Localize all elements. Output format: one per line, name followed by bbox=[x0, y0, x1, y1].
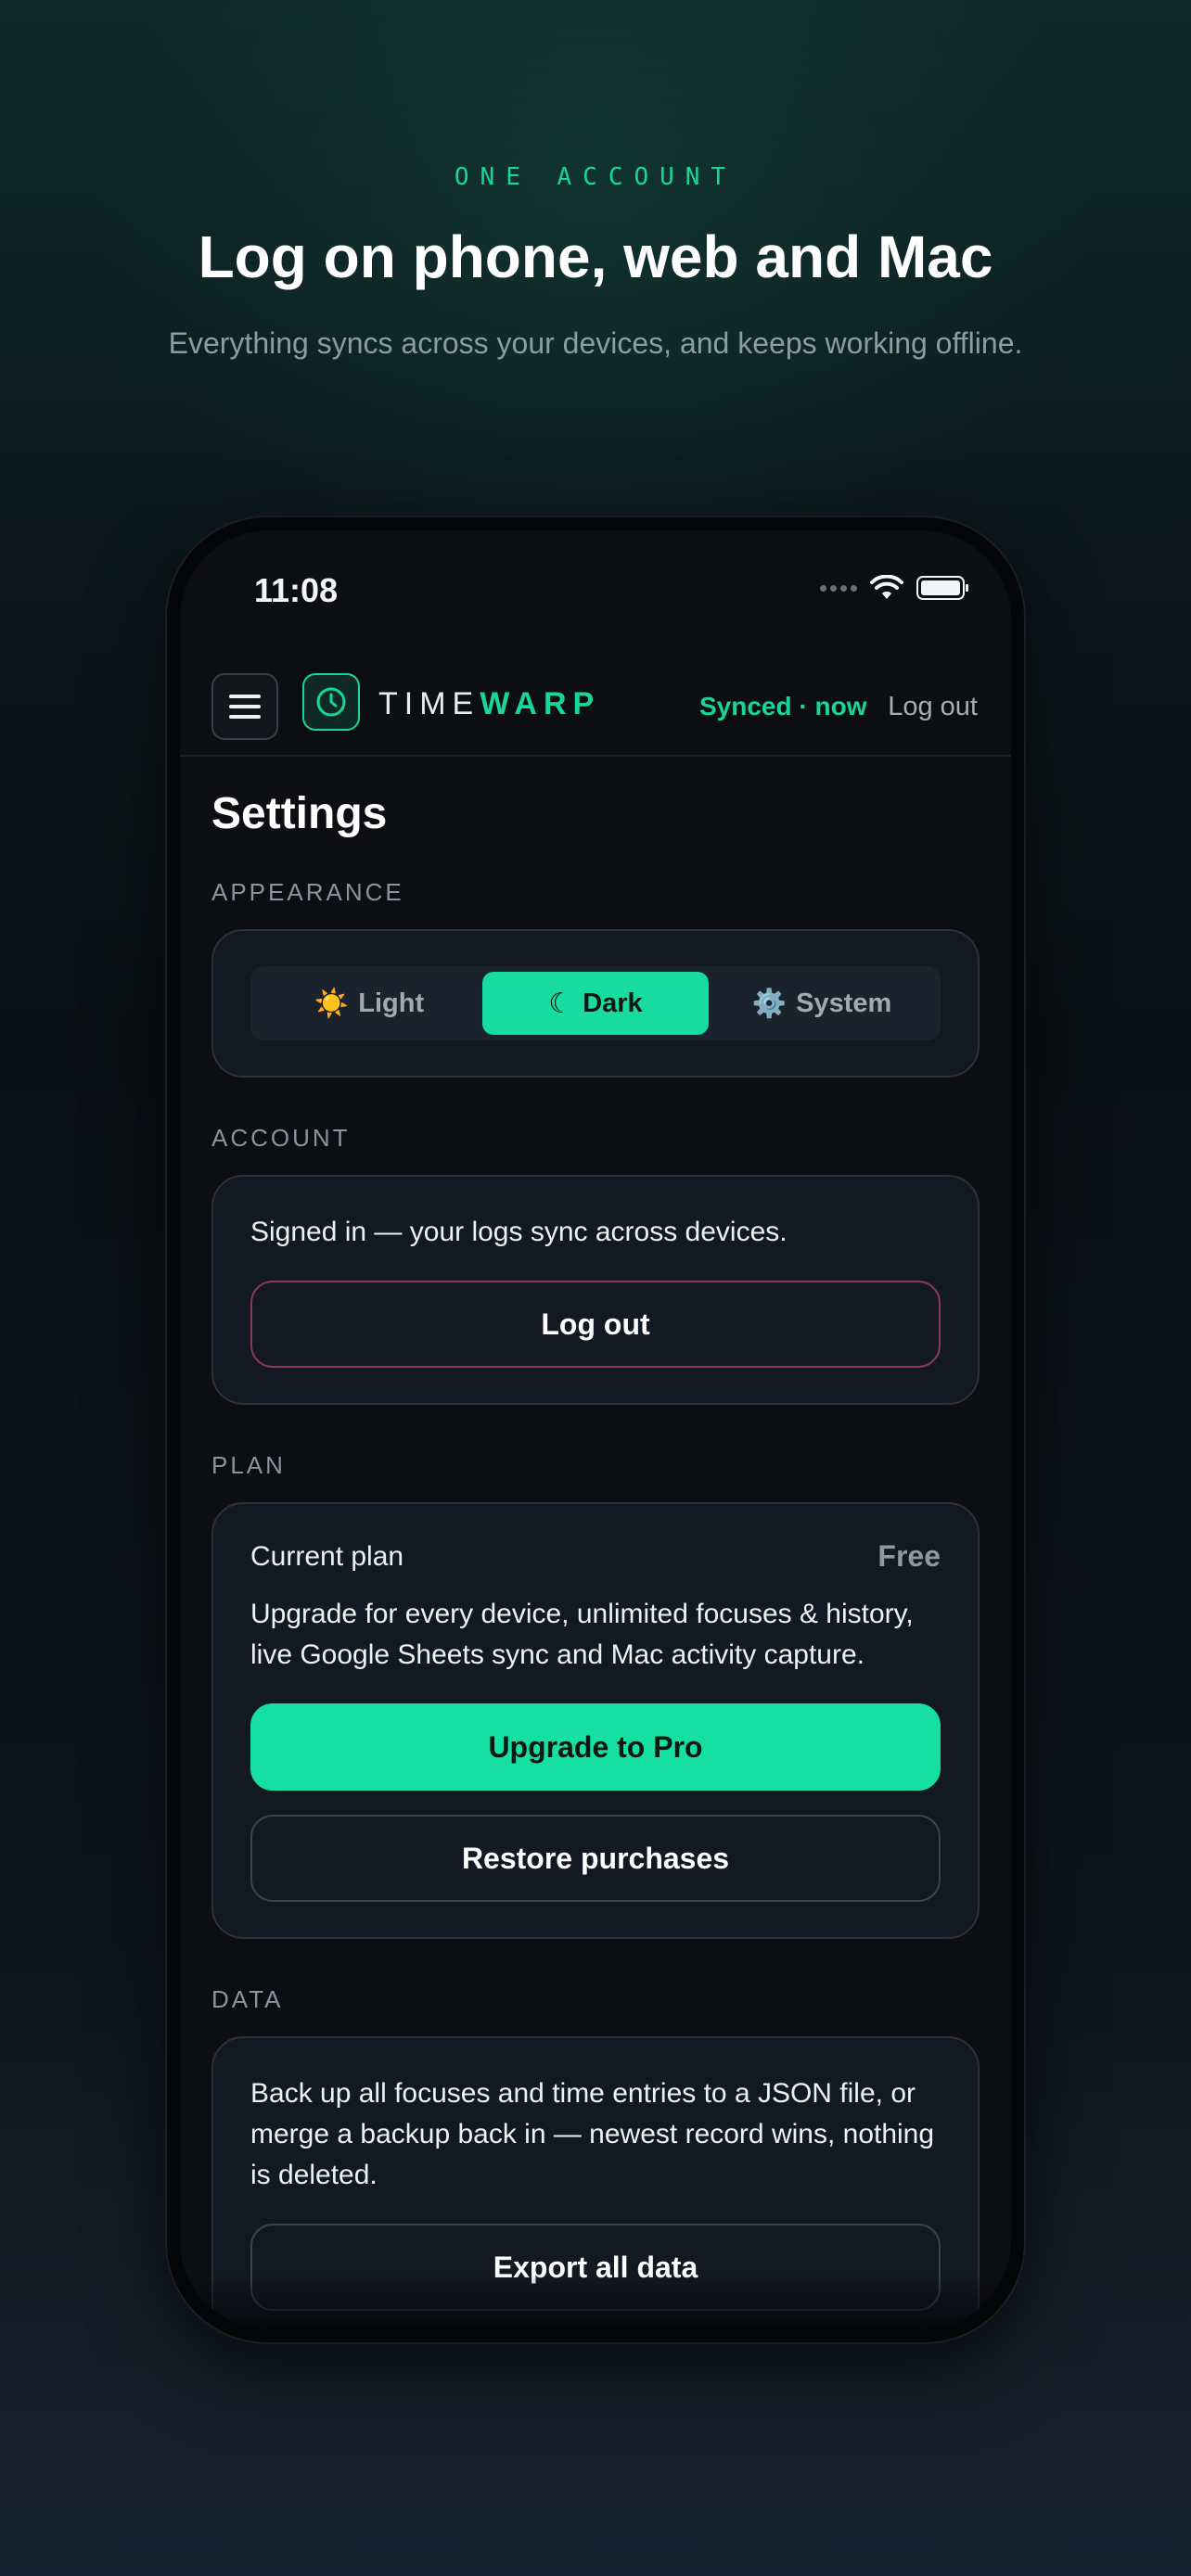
app-logo: TIMEWARP bbox=[378, 686, 601, 721]
moon-icon: ☾ bbox=[548, 988, 574, 1019]
account-card: Signed in — your logs sync across device… bbox=[211, 1175, 980, 1405]
restore-purchases-button[interactable]: Restore purchases bbox=[250, 1815, 941, 1902]
plan-description: Upgrade for every device, unlimited focu… bbox=[250, 1599, 914, 1670]
app-header: TIMEWARP Synced · now Log out bbox=[180, 655, 1011, 757]
screen-bottom-fade bbox=[180, 2274, 1011, 2329]
wifi-icon bbox=[870, 575, 903, 599]
phone-screen: 11:08 TIMEWARP Synced · now Log out Sett… bbox=[180, 530, 1011, 2329]
clock-icon bbox=[302, 673, 360, 731]
hamburger-icon-line bbox=[229, 705, 261, 708]
section-label-data: DATA bbox=[211, 1985, 284, 2013]
upgrade-button[interactable]: Upgrade to Pro bbox=[250, 1703, 941, 1791]
theme-option-light[interactable]: ☀️ Light bbox=[256, 972, 482, 1035]
appearance-card: ☀️ Light ☾ Dark ⚙️ System bbox=[211, 929, 980, 1078]
battery-icon bbox=[916, 576, 968, 600]
status-time: 11:08 bbox=[254, 571, 339, 609]
header-logout-link[interactable]: Log out bbox=[888, 692, 978, 722]
hero-title: Log on phone, web and Mac bbox=[198, 223, 993, 290]
sun-icon: ☀️ bbox=[314, 988, 350, 1019]
plan-card: Current plan Free Upgrade for every devi… bbox=[211, 1502, 980, 1939]
theme-option-label: Light bbox=[358, 988, 425, 1018]
status-icons bbox=[820, 575, 968, 601]
theme-option-system[interactable]: ⚙️ System bbox=[709, 972, 935, 1035]
sync-status: Synced · now bbox=[699, 692, 867, 721]
theme-option-label: Dark bbox=[583, 988, 643, 1018]
theme-option-dark[interactable]: ☾ Dark bbox=[482, 972, 709, 1035]
current-plan-value: Free bbox=[877, 1539, 941, 1573]
current-plan-label: Current plan bbox=[250, 1540, 404, 1572]
gear-icon: ⚙️ bbox=[751, 988, 788, 1019]
cellular-icon bbox=[820, 584, 857, 592]
logout-button[interactable]: Log out bbox=[250, 1281, 941, 1368]
section-label-plan: PLAN bbox=[211, 1451, 286, 1479]
status-bar: 11:08 bbox=[180, 530, 1011, 642]
data-description: Back up all focuses and time entries to … bbox=[250, 2078, 935, 2190]
section-label-appearance: APPEARANCE bbox=[211, 878, 404, 906]
settings-content: Settings APPEARANCE ☀️ Light ☾ Dark ⚙️ S… bbox=[211, 775, 980, 2329]
menu-button[interactable] bbox=[211, 673, 278, 740]
hamburger-icon-line bbox=[229, 695, 261, 698]
phone-frame: 11:08 TIMEWARP Synced · now Log out Sett… bbox=[165, 516, 1026, 2344]
hero-eyebrow: ONE ACCOUNT bbox=[454, 163, 737, 191]
current-plan-row: Current plan Free bbox=[250, 1539, 941, 1574]
hero-subtitle: Everything syncs across your devices, an… bbox=[168, 326, 1023, 360]
theme-option-label: System bbox=[796, 988, 892, 1018]
hamburger-icon-line bbox=[229, 715, 261, 719]
page-title: Settings bbox=[211, 789, 388, 838]
account-status-text: Signed in — your logs sync across device… bbox=[250, 1217, 788, 1247]
theme-selector: ☀️ Light ☾ Dark ⚙️ System bbox=[250, 966, 941, 1040]
section-label-account: ACCOUNT bbox=[211, 1124, 351, 1152]
